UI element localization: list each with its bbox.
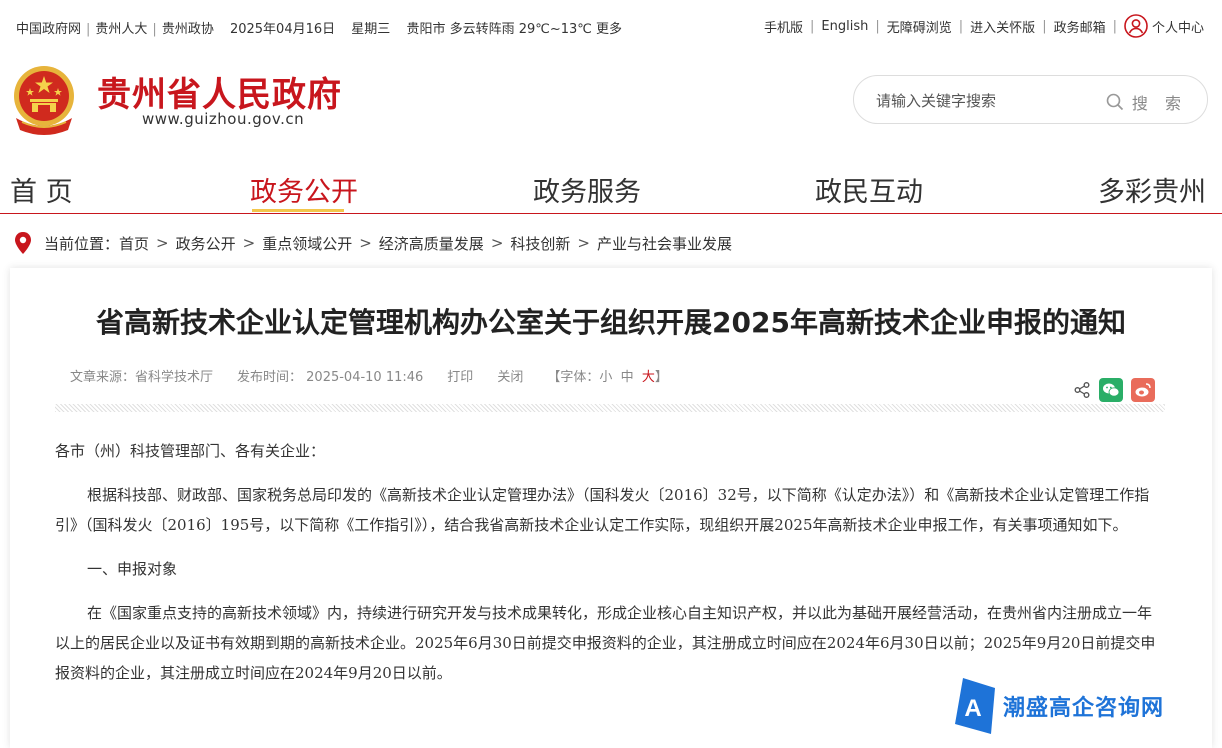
site-url: www.guizhou.gov.cn (142, 110, 305, 128)
article-source: 文章来源：省科学技术厅 (70, 370, 214, 385)
breadcrumb-separator: > (577, 234, 590, 252)
search-button[interactable]: 搜 索 (1106, 90, 1187, 114)
font-size-small[interactable]: 小 (599, 370, 612, 385)
wechat-icon (1103, 383, 1120, 397)
weekday: 星期三 (351, 22, 391, 37)
top-utility-bar: 中国政府网 | 贵州人大 | 贵州政协 2025年04月16日 星期三 贵阳市 多云转阵… (0, 0, 1222, 56)
wechat-share-button[interactable] (1099, 378, 1123, 402)
font-size-label: 【字体： (547, 370, 600, 385)
site-title[interactable]: 贵州省人民政府 (97, 67, 342, 116)
breadcrumb-item[interactable]: 政务公开 (176, 233, 236, 254)
search-input[interactable] (874, 88, 1098, 114)
breadcrumb-item[interactable]: 科技创新 (510, 233, 570, 254)
share-bar (1073, 378, 1155, 402)
article-body: 各市（州）科技管理部门、各有关企业： 根据科技部、财政部、国家税务总局印发的《高… (55, 436, 1165, 688)
divider: | (86, 22, 91, 37)
article-paragraph: 各市（州）科技管理部门、各有关企业： (55, 442, 326, 460)
link-elder-mode[interactable]: 进入关怀版 (970, 17, 1035, 36)
divider: | (1112, 18, 1117, 34)
nav-gov-services[interactable]: 政务服务 (533, 170, 641, 209)
link-accessibility[interactable]: 无障碍浏览 (887, 17, 952, 36)
weather-more-link[interactable]: 更多 (596, 22, 622, 37)
article-paragraph: 在《国家重点支持的高新技术领域》内，持续进行研究开发与技术成果转化，形成企业核心… (55, 604, 1156, 682)
watermark: A 潮盛高企咨询网 (955, 678, 1164, 734)
link-gov-mail[interactable]: 政务邮箱 (1054, 17, 1106, 36)
close-button[interactable]: 关闭 (497, 366, 523, 385)
breadcrumb-separator: > (242, 234, 256, 252)
share-icon[interactable] (1073, 381, 1091, 399)
weibo-icon (1135, 383, 1151, 397)
search-icon (1106, 93, 1124, 111)
breadcrumb-item[interactable]: 重点领域公开 (262, 233, 352, 254)
breadcrumb-separator: > (359, 234, 372, 252)
print-button[interactable]: 打印 (447, 366, 473, 385)
national-emblem-logo (14, 66, 74, 135)
title-divider-stripe (55, 404, 1165, 412)
link-gz-cppcc[interactable]: 贵州政协 (162, 22, 214, 37)
search-box: 搜 索 (853, 75, 1208, 124)
top-right-links: 手机版 | English | 无障碍浏览 | 进入关怀版 | 政务邮箱 | 个人中心 (764, 14, 1204, 38)
weather-info: 贵阳市 多云转阵雨 29℃~13℃ (406, 22, 592, 37)
user-icon (1124, 14, 1148, 38)
breadcrumb: 当前位置： 首页 > 政务公开 > 重点领域公开 > 经济高质量发展 > 科技创新 > 产… (12, 231, 732, 255)
font-size-switcher: 【字体：小 中 大】 (547, 366, 668, 385)
svg-text:A: A (964, 695, 981, 722)
link-gz-npc[interactable]: 贵州人大 (95, 22, 147, 37)
divider: | (1042, 18, 1047, 34)
divider: | (810, 18, 815, 34)
breadcrumb-separator: > (490, 234, 504, 252)
link-mobile[interactable]: 手机版 (764, 17, 803, 36)
location-pin-icon (15, 232, 31, 254)
nav-gov-affairs-open[interactable]: 政务公开 (250, 170, 358, 209)
article-section-heading: 一、申报对象 (87, 560, 178, 578)
nav-active-indicator (252, 209, 344, 212)
article-paragraph: 根据科技部、财政部、国家税务总局印发的《高新技术企业认定管理办法》（国科发火〔2… (55, 486, 1150, 534)
divider: | (958, 18, 964, 34)
watermark-text: 潮盛高企咨询网 (1003, 695, 1165, 721)
font-size-close: 】 (654, 370, 668, 385)
watermark-logo: A (955, 678, 995, 734)
divider: | (152, 22, 157, 37)
article-title: 省高新技术企业认定管理机构办公室关于组织开展2025年高新技术企业申报的通知 (96, 306, 1126, 339)
current-date: 2025年04月16日 (229, 22, 336, 37)
nav-colorful-guizhou[interactable]: 多彩贵州 (1098, 170, 1206, 209)
top-left-links: 中国政府网 | 贵州人大 | 贵州政协 2025年04月16日 星期三 贵阳市 多云转阵… (16, 18, 622, 37)
search-button-label: 搜 索 (1131, 94, 1187, 113)
divider: | (875, 18, 880, 34)
article-publish-time: 发布时间： 2025-04-10 11:46 (237, 370, 424, 385)
font-size-large[interactable]: 大 (642, 370, 655, 385)
user-center-label: 个人中心 (1151, 20, 1204, 36)
nav-home[interactable]: 首 页 (10, 170, 73, 209)
breadcrumb-item[interactable]: 经济高质量发展 (379, 233, 484, 254)
article-meta: 文章来源：省科学技术厅 发布时间： 2025-04-10 11:46 打印 关闭… (70, 366, 668, 385)
link-gov-cn[interactable]: 中国政府网 (16, 22, 81, 37)
link-english[interactable]: English (821, 19, 868, 34)
breadcrumb-item[interactable]: 首页 (119, 233, 149, 254)
weibo-share-button[interactable] (1131, 378, 1155, 402)
breadcrumb-item[interactable]: 产业与社会事业发展 (597, 233, 732, 254)
breadcrumb-label: 当前位置： (44, 234, 120, 253)
main-nav: 首 页 政务公开 政务服务 政民互动 多彩贵州 (0, 165, 1222, 214)
font-size-medium[interactable]: 中 (621, 370, 634, 385)
user-center-link[interactable]: 个人中心 (1124, 14, 1204, 38)
nav-interaction[interactable]: 政民互动 (815, 170, 923, 209)
breadcrumb-separator: > (156, 234, 169, 252)
